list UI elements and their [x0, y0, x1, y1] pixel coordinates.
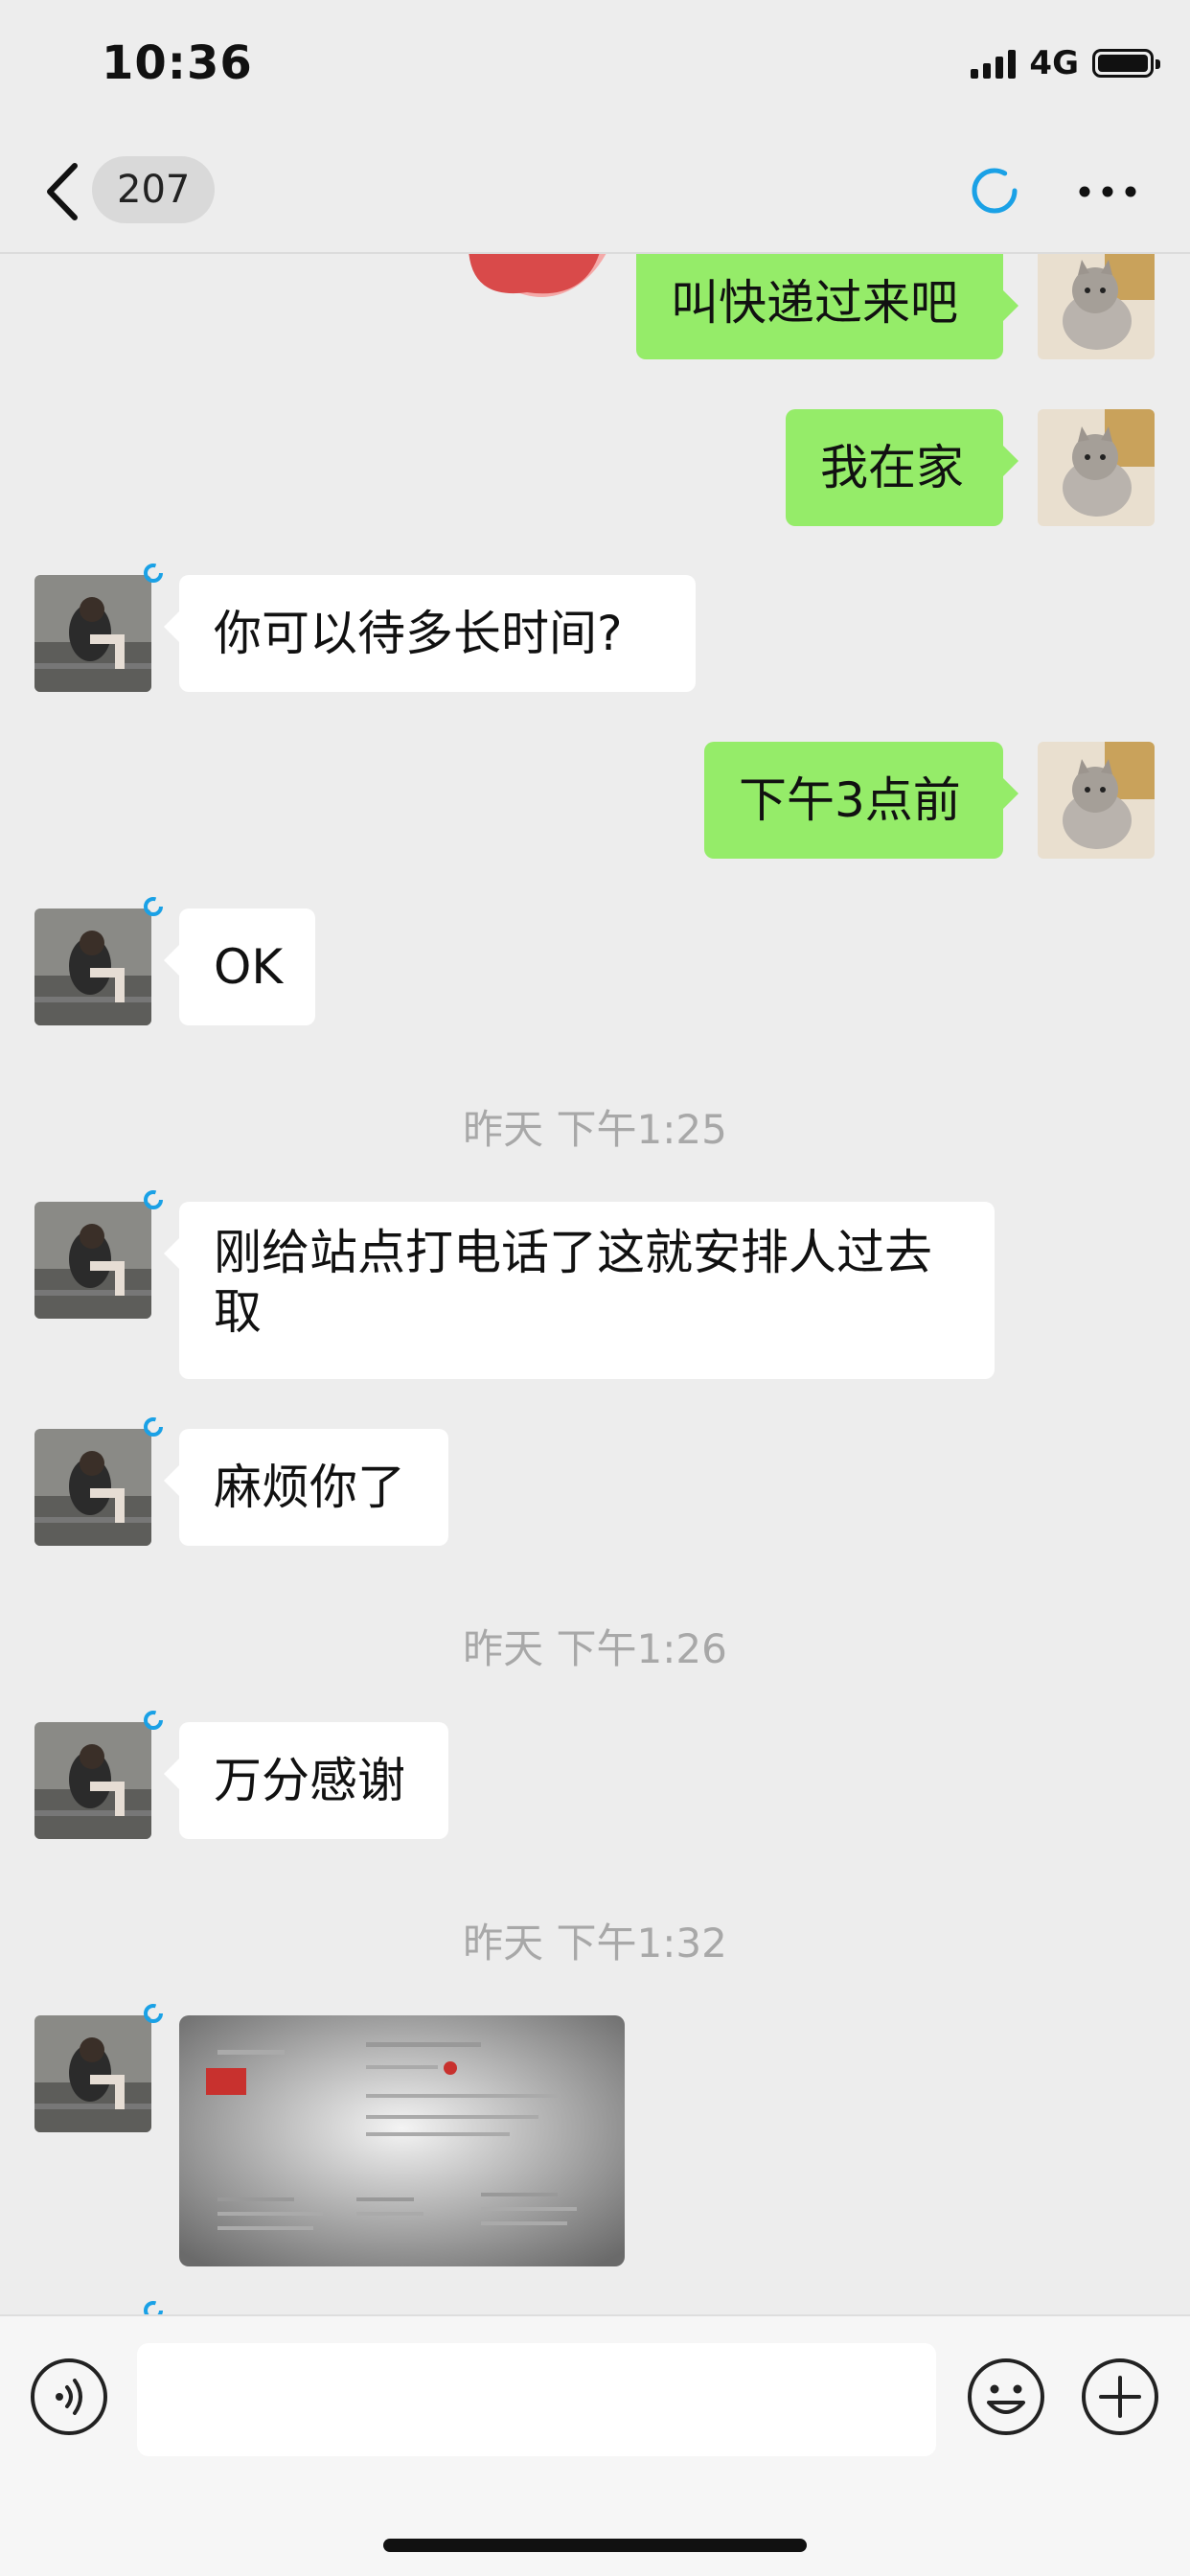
my-avatar[interactable]	[1038, 742, 1155, 859]
message-timestamp: 昨天 下午1:25	[463, 1106, 727, 1153]
contact-avatar-image	[34, 908, 151, 1025]
message-bubble-incoming[interactable]: OK	[164, 908, 315, 1025]
emoji-icon[interactable]	[966, 2357, 1046, 2437]
message-bubble-incoming[interactable]: 你可以待多长时间?	[164, 575, 696, 692]
plus-icon[interactable]	[1080, 2357, 1160, 2437]
image-message[interactable]	[179, 2015, 625, 2266]
my-avatar[interactable]	[1038, 254, 1155, 359]
chat-header: 207	[0, 129, 1190, 254]
status-ring-icon	[144, 1417, 163, 1437]
more-dots-icon[interactable]	[1077, 177, 1138, 206]
message-bubble-outgoing[interactable]: 我在家	[786, 409, 1018, 526]
status-indicators: 4G	[971, 44, 1160, 82]
contact-avatar[interactable]	[34, 1190, 163, 1319]
message-bubble-incoming[interactable]: 麻烦你了	[164, 1429, 448, 1546]
message-input[interactable]	[137, 2343, 936, 2456]
contact-avatar-image	[34, 575, 151, 692]
contact-avatar[interactable]	[34, 1711, 163, 1839]
message-text: 麻烦你了	[214, 1460, 405, 1515]
status-ring-icon	[144, 897, 163, 916]
message-text: 万分感谢	[214, 1753, 405, 1808]
contact-avatar[interactable]	[34, 564, 163, 692]
my-avatar[interactable]	[1038, 409, 1155, 526]
status-ring-icon	[144, 564, 163, 583]
status-ring-icon	[144, 1711, 163, 1730]
status-ring-icon	[144, 1190, 163, 1209]
chevron-left-icon[interactable]	[40, 158, 88, 225]
contact-avatar-image	[34, 1429, 151, 1546]
message-timestamp: 昨天 下午1:32	[463, 1920, 727, 1966]
status-ring-icon	[144, 2301, 163, 2314]
voice-icon[interactable]	[29, 2357, 109, 2437]
emoji-sticker	[469, 254, 606, 297]
loading-ring-icon	[972, 168, 1018, 214]
message-text: 我在家	[820, 440, 964, 495]
contact-avatar-image	[34, 1202, 151, 1319]
contact-avatar-image	[34, 1722, 151, 1839]
message-bubble-incoming[interactable]: 万分感谢	[164, 1722, 448, 1839]
message-text: 下午3点前	[739, 772, 961, 828]
contact-avatar[interactable]	[34, 897, 163, 1025]
message-bubble-outgoing[interactable]: 下午3点前	[704, 742, 1018, 859]
battery-icon	[1092, 49, 1160, 78]
message-timestamp: 昨天 下午1:26	[463, 1625, 727, 1672]
message-bubble-incoming[interactable]: 刚给站点打电话了这就安排人过去取	[164, 1202, 995, 1379]
message-input-bar	[0, 2314, 1190, 2576]
contact-avatar-image	[34, 2015, 151, 2132]
signal-icon	[971, 48, 1017, 79]
status-time: 10:36	[102, 36, 253, 90]
status-bar: 10:36 4G	[0, 0, 1190, 129]
unread-count-badge[interactable]: 207	[92, 156, 216, 223]
home-indicator[interactable]	[383, 2539, 807, 2552]
chat-message-list[interactable]: 叫快递过来吧 我在家 你可以待多长时间? 下午3点前 OK 昨天 下午1:25	[0, 254, 1190, 2314]
contact-avatar[interactable]	[34, 1417, 163, 1546]
screenshot-thumbnail	[179, 2015, 625, 2266]
message-text: 刚给站点打电话了这就安排人过去取	[214, 1225, 932, 1340]
message-text: OK	[214, 939, 284, 995]
network-type: 4G	[1029, 44, 1079, 82]
message-text: 你可以待多长时间?	[214, 606, 623, 661]
status-ring-icon	[144, 2004, 163, 2023]
contact-avatar[interactable]	[34, 2004, 163, 2132]
